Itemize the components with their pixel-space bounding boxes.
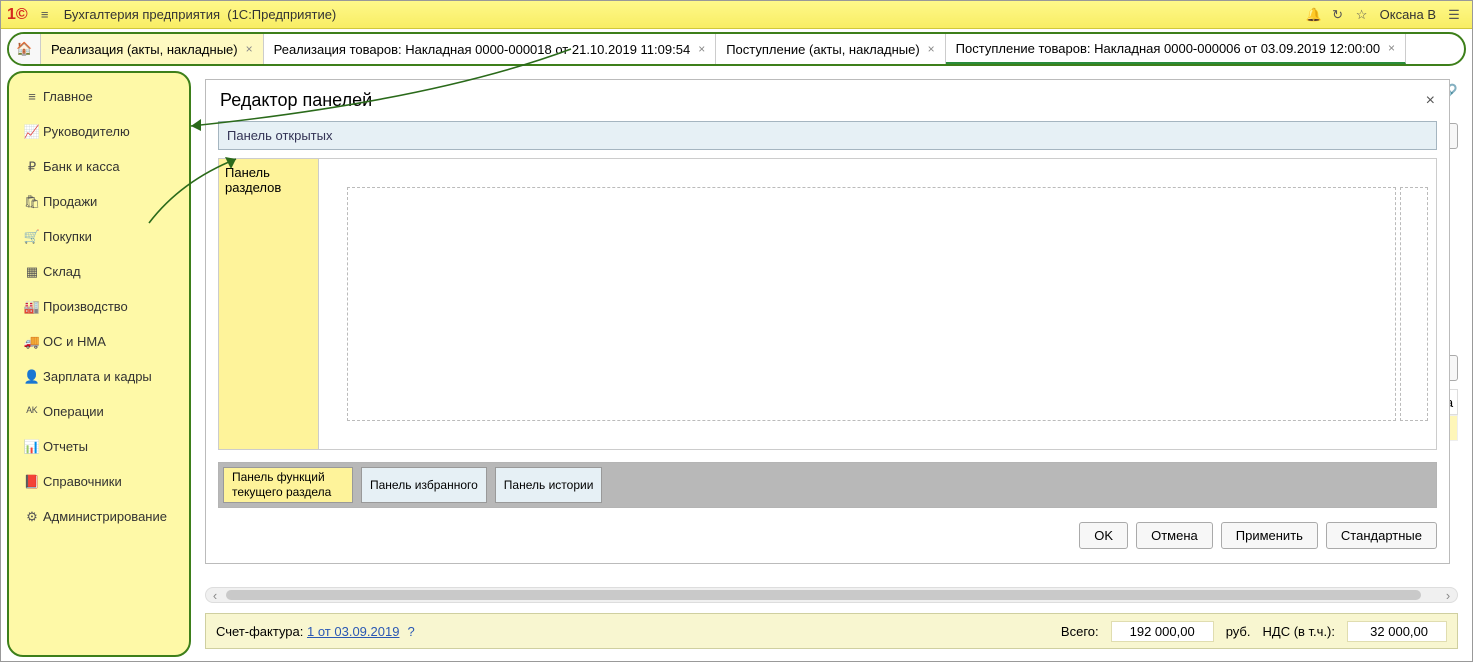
home-tab[interactable]: 🏠 — [9, 34, 41, 64]
close-icon[interactable]: × — [698, 42, 705, 56]
close-icon[interactable]: × — [928, 42, 935, 56]
open-panel-slot[interactable]: Панель открытых — [218, 121, 1437, 150]
user-name[interactable]: Оксана В — [1374, 7, 1442, 22]
settings-icon[interactable]: ☰ — [1442, 7, 1466, 23]
star-icon[interactable]: ☆ — [1350, 7, 1374, 23]
tab-receipt-doc[interactable]: Поступление товаров: Накладная 0000-0000… — [946, 34, 1406, 64]
bars-icon: 📊 — [21, 439, 43, 455]
sidebar-item-purchases[interactable]: 🛒Покупки — [9, 219, 189, 254]
editor-body: Панель разделов — [218, 158, 1437, 450]
apply-button[interactable]: Применить — [1221, 522, 1318, 549]
factory-icon: 🏭 — [21, 299, 43, 315]
right-placeholder — [1400, 187, 1428, 421]
scroll-thumb[interactable] — [226, 590, 1421, 600]
sidebar-item-production[interactable]: 🏭Производство — [9, 289, 189, 324]
tabs-bar: 🏠 Реализация (акты, накладные)× Реализац… — [7, 32, 1466, 66]
ok-button[interactable]: OK — [1079, 522, 1128, 549]
sidebar-item-warehouse[interactable]: ▦Склад — [9, 254, 189, 289]
close-icon[interactable]: × — [1388, 41, 1395, 55]
bell-icon[interactable]: 🔔 — [1302, 7, 1326, 23]
invoice-help-icon[interactable]: ? — [407, 624, 414, 639]
status-footer: Счет-фактура: 1 от 03.09.2019 ? Всего: 1… — [205, 613, 1458, 649]
bottom-slots: Панель функций текущего раздела Панель и… — [218, 462, 1437, 508]
app-title: Бухгалтерия предприятия (1С:Предприятие) — [64, 7, 337, 22]
sidebar-item-sales[interactable]: 🛍Продажи — [9, 184, 189, 219]
title-bar: 1© ≡ Бухгалтерия предприятия (1С:Предпри… — [1, 1, 1472, 29]
grid-icon: ▦ — [21, 264, 43, 280]
sidebar-item-payroll[interactable]: 👤Зарплата и кадры — [9, 359, 189, 394]
gear-icon: ⚙ — [21, 509, 43, 525]
tab-receipt-list[interactable]: Поступление (акты, накладные)× — [716, 34, 945, 64]
sidebar-item-catalogs[interactable]: 📕Справочники — [9, 464, 189, 499]
book-icon: 📕 — [21, 474, 43, 490]
sidebar-item-manager[interactable]: 📈Руководителю — [9, 114, 189, 149]
scroll-right-icon[interactable]: › — [1439, 588, 1457, 603]
functions-slot[interactable]: Панель функций текущего раздела — [223, 467, 353, 503]
tab-sales-list[interactable]: Реализация (акты, накладные)× — [41, 34, 264, 64]
main-menu-icon[interactable]: ≡ — [36, 7, 54, 22]
close-icon[interactable]: × — [1426, 92, 1435, 110]
vat-label: НДС (в т.ч.): — [1263, 624, 1336, 639]
history-icon[interactable]: ↻ — [1326, 7, 1350, 23]
editor-canvas[interactable] — [319, 159, 1436, 449]
total-label: Всего: — [1061, 624, 1099, 639]
favorites-slot[interactable]: Панель избранного — [361, 467, 487, 503]
sidebar-item-assets[interactable]: 🚚ОС и НМА — [9, 324, 189, 359]
ruble-icon: ₽ — [21, 159, 43, 175]
sidebar-item-reports[interactable]: 📊Отчеты — [9, 429, 189, 464]
chart-icon: 📈 — [21, 124, 43, 140]
history-slot[interactable]: Панель истории — [495, 467, 603, 503]
sidebar-item-operations[interactable]: ᴬᴷОперации — [9, 394, 189, 429]
currency-label: руб. — [1226, 624, 1251, 639]
dialog-title: Редактор панелей — [220, 90, 372, 111]
sections-panel: ≡Главное 📈Руководителю ₽Банк и касса 🛍Пр… — [7, 71, 191, 657]
person-icon: 👤 — [21, 369, 43, 385]
panel-editor-dialog: Редактор панелей × Панель открытых Панел… — [205, 79, 1450, 564]
scroll-left-icon[interactable]: ‹ — [206, 588, 224, 603]
close-icon[interactable]: × — [246, 42, 253, 56]
logo-1c: 1© — [7, 6, 28, 24]
tab-sales-doc[interactable]: Реализация товаров: Накладная 0000-00001… — [264, 34, 717, 64]
invoice-label: Счет-фактура: — [216, 624, 303, 639]
menu-icon: ≡ — [21, 89, 43, 104]
truck-icon: 🚚 — [21, 334, 43, 350]
sections-panel-slot[interactable]: Панель разделов — [219, 159, 319, 449]
cancel-button[interactable]: Отмена — [1136, 522, 1213, 549]
horizontal-scrollbar[interactable]: ‹ › — [205, 587, 1458, 603]
vat-value: 32 000,00 — [1347, 621, 1447, 642]
invoice-link[interactable]: 1 от 03.09.2019 — [307, 624, 399, 639]
bag-icon: 🛍 — [21, 194, 43, 210]
total-value: 192 000,00 — [1111, 621, 1214, 642]
sidebar-item-main[interactable]: ≡Главное — [9, 79, 189, 114]
reset-button[interactable]: Стандартные — [1326, 522, 1437, 549]
center-placeholder — [347, 187, 1396, 421]
cart-icon: 🛒 — [21, 229, 43, 245]
sidebar-item-bank[interactable]: ₽Банк и касса — [9, 149, 189, 184]
sidebar-item-admin[interactable]: ⚙Администрирование — [9, 499, 189, 534]
ops-icon: ᴬᴷ — [21, 404, 43, 419]
